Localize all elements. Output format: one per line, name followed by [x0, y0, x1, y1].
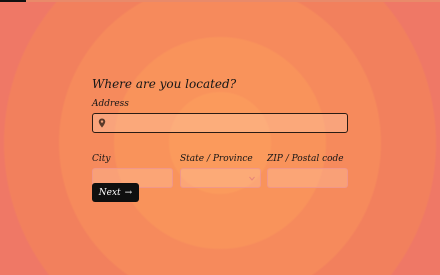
state-select[interactable]	[180, 168, 261, 188]
arrow-right-icon: →	[124, 187, 133, 198]
city-label: City	[92, 154, 111, 164]
progress-bar	[0, 0, 27, 2]
zip-field[interactable]	[267, 168, 348, 191]
zip-input[interactable]	[268, 173, 347, 191]
address-input[interactable]	[106, 115, 347, 131]
zip-label: ZIP / Postal code	[267, 154, 344, 164]
next-button[interactable]: Next →	[92, 183, 139, 202]
state-label: State / Province	[180, 154, 253, 164]
map-pin-icon	[98, 118, 106, 128]
next-button-label: Next	[98, 187, 121, 198]
chevron-down-icon	[249, 176, 255, 181]
progress-track	[0, 0, 440, 2]
question-title: Where are you located?	[92, 77, 237, 91]
address-field[interactable]	[92, 113, 348, 133]
address-label: Address	[92, 99, 129, 109]
